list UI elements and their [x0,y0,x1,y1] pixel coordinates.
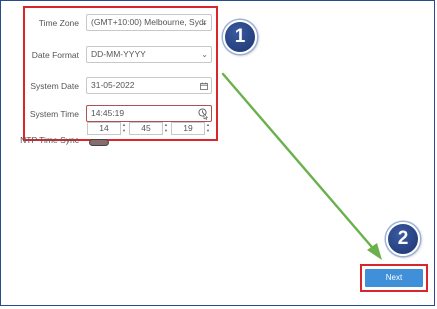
arrow-icon [221,72,382,260]
next-button-highlight: Next [360,264,428,292]
settings-panel: Time Zone (GMT+10:00) Melbourne, Sydr ⌄ … [0,0,435,306]
next-button[interactable]: Next [365,269,423,287]
